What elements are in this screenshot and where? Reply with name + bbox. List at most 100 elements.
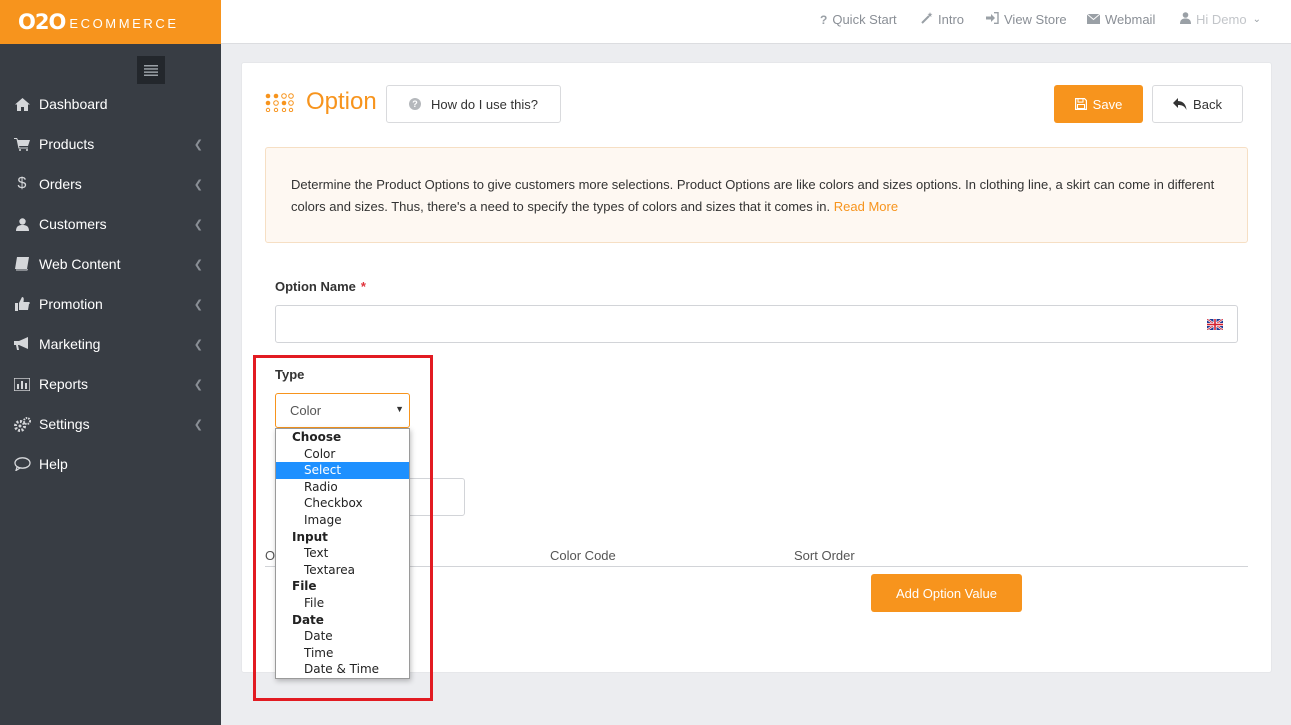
quick-start-label: Quick Start (832, 12, 897, 27)
comment-icon (12, 456, 32, 472)
brand-logo-text: ECOMMERCE (69, 15, 179, 31)
chevron-left-icon: ❮ (193, 259, 203, 271)
how-to-use-label: How do I use this? (431, 96, 538, 112)
sidebar-item-web-content[interactable]: Web Content ❮ (0, 244, 221, 284)
user-menu[interactable]: Hi Demo ⌄ (1180, 12, 1261, 27)
thumbs-up-icon (12, 296, 32, 312)
sidebar-item-label: Orders (39, 176, 82, 192)
chevron-left-icon: ❮ (193, 219, 203, 231)
view-store-link[interactable]: View Store (986, 12, 1067, 27)
floppy-disk-icon (1074, 98, 1087, 110)
dollar-icon: $ (17, 175, 27, 192)
type-select-value: Color (290, 403, 322, 418)
page-title: Option (306, 88, 377, 115)
column-header-option-value: O (265, 548, 276, 563)
type-select[interactable]: Color ▼ (275, 393, 410, 428)
sidebar-item-products[interactable]: Products ❮ (0, 124, 221, 164)
magic-wand-icon (921, 12, 933, 27)
type-dropdown-list[interactable]: Choose Color Select Radio Checkbox Image… (275, 428, 410, 679)
user-icon (1180, 12, 1191, 27)
user-name: Hi Demo (1196, 12, 1247, 27)
webmail-link[interactable]: Webmail (1086, 12, 1156, 27)
option-name-label: Option Name * (275, 279, 366, 294)
option-name-label-text: Option Name (275, 279, 356, 294)
dropdown-option-date[interactable]: Date (276, 628, 409, 645)
dropdown-group-date: Date (292, 612, 324, 627)
intro-link[interactable]: Intro (921, 12, 964, 27)
back-label: Back (1193, 96, 1222, 112)
sign-in-icon (986, 12, 999, 27)
view-store-label: View Store (1004, 12, 1067, 27)
page-header: Option (264, 88, 377, 116)
dropdown-option-text[interactable]: Text (276, 545, 409, 562)
column-header-color-code: Color Code (550, 548, 616, 563)
chevron-left-icon: ❮ (193, 179, 203, 191)
uk-flag-icon (1207, 319, 1223, 330)
sidebar-item-help[interactable]: Help (0, 444, 221, 484)
reply-arrow-icon (1173, 98, 1187, 110)
sidebar-item-customers[interactable]: Customers ❮ (0, 204, 221, 244)
cart-icon (12, 136, 32, 152)
dropdown-option-image[interactable]: Image (276, 512, 409, 529)
sidebar-item-label: Settings (39, 416, 90, 432)
dropdown-option-color[interactable]: Color (276, 446, 409, 463)
save-label: Save (1092, 96, 1123, 112)
sidebar-nav: Dashboard Products ❮ $ Orders ❮ Customer… (0, 84, 221, 484)
chevron-left-icon: ❮ (193, 379, 203, 391)
dropdown-group-input: Input (292, 529, 328, 544)
dropdown-option-select[interactable]: Select (276, 462, 409, 479)
sidebar-item-label: Promotion (39, 296, 103, 312)
option-name-input[interactable] (275, 305, 1238, 343)
brand-logo-mark: O2O (18, 10, 66, 34)
dropdown-option-file[interactable]: File (276, 595, 409, 612)
caret-down-icon: ▼ (395, 404, 404, 414)
back-button[interactable]: Back (1152, 85, 1243, 123)
add-option-value-button[interactable]: Add Option Value (871, 574, 1022, 612)
sidebar-item-label: Customers (39, 216, 107, 232)
dropdown-group-choose: Choose (292, 430, 342, 444)
sidebar-item-label: Products (39, 136, 95, 152)
sidebar-item-label: Marketing (39, 336, 101, 352)
webmail-label: Webmail (1105, 12, 1156, 27)
info-description-box: Determine the Product Options to give cu… (265, 147, 1248, 243)
quick-start-link[interactable]: ? Quick Start (820, 12, 897, 27)
gears-icon (12, 416, 32, 432)
required-mark: * (360, 279, 366, 294)
sidebar-item-dashboard[interactable]: Dashboard (0, 84, 221, 124)
how-to-use-button[interactable]: ? How do I use this? (386, 85, 561, 123)
type-label: Type (275, 367, 305, 382)
sidebar-item-label: Reports (39, 376, 89, 392)
user-icon (12, 216, 32, 232)
read-more-link[interactable]: Read More (834, 199, 898, 214)
sidebar-item-label: Web Content (39, 256, 121, 272)
sidebar: O2O ECOMMERCE Dashboard Products ❮ $ Ord… (0, 0, 221, 725)
chevron-down-icon: ⌄ (1252, 14, 1261, 25)
book-icon (12, 256, 32, 272)
sidebar-item-label: Dashboard (39, 96, 108, 112)
brand-logo[interactable]: O2O ECOMMERCE (0, 0, 221, 44)
menu-toggle-button[interactable] (137, 56, 165, 84)
intro-label: Intro (938, 12, 965, 27)
chevron-left-icon: ❮ (193, 339, 203, 351)
chevron-left-icon: ❮ (193, 299, 203, 311)
question-icon: ? (820, 12, 828, 27)
table-divider (265, 566, 1248, 567)
home-icon (12, 96, 32, 112)
sidebar-item-orders[interactable]: $ Orders ❮ (0, 164, 221, 204)
dropdown-option-time[interactable]: Time (276, 645, 409, 662)
sidebar-item-reports[interactable]: Reports ❮ (0, 364, 221, 404)
question-circle-icon: ? (409, 98, 422, 110)
chevron-left-icon: ❮ (193, 419, 203, 431)
dropdown-option-checkbox[interactable]: Checkbox (276, 495, 409, 512)
dropdown-option-radio[interactable]: Radio (276, 479, 409, 496)
envelope-icon (1086, 13, 1101, 27)
column-header-sort-order: Sort Order (794, 548, 855, 563)
save-button[interactable]: Save (1054, 85, 1143, 123)
dropdown-option-textarea[interactable]: Textarea (276, 562, 409, 579)
dropdown-option-date-time[interactable]: Date & Time (276, 661, 409, 678)
sidebar-item-marketing[interactable]: Marketing ❮ (0, 324, 221, 364)
sidebar-item-settings[interactable]: Settings ❮ (0, 404, 221, 444)
bullhorn-icon (12, 336, 32, 352)
sidebar-item-promotion[interactable]: Promotion ❮ (0, 284, 221, 324)
dropdown-group-file: File (292, 579, 317, 594)
